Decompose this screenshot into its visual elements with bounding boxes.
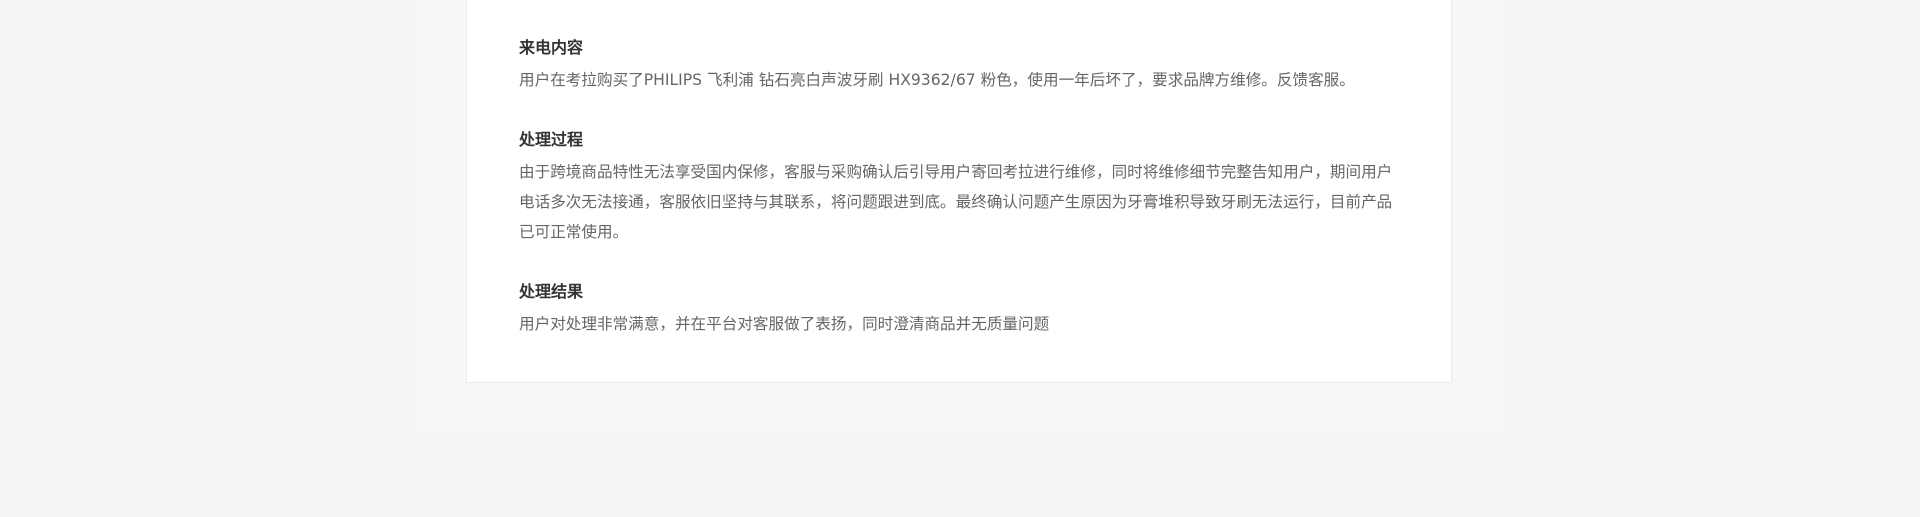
- section-body-result: 用户对处理非常满意，并在平台对客服做了表扬，同时澄清商品并无质量问题: [519, 315, 1050, 333]
- section-title-process: 处理过程: [519, 130, 584, 149]
- section-body-call-content: 用户在考拉购买了PHILIPS 飞利浦 钻石亮白声波牙刷 HX9362/67 粉…: [519, 71, 1355, 89]
- section-title-result: 处理结果: [519, 282, 584, 301]
- section-body-process: 由于跨境商品特性无法享受国内保修，客服与采购确认后引导用户寄回考拉进行维修，同时…: [519, 163, 1393, 241]
- section-title-call-content: 来电内容: [519, 38, 584, 57]
